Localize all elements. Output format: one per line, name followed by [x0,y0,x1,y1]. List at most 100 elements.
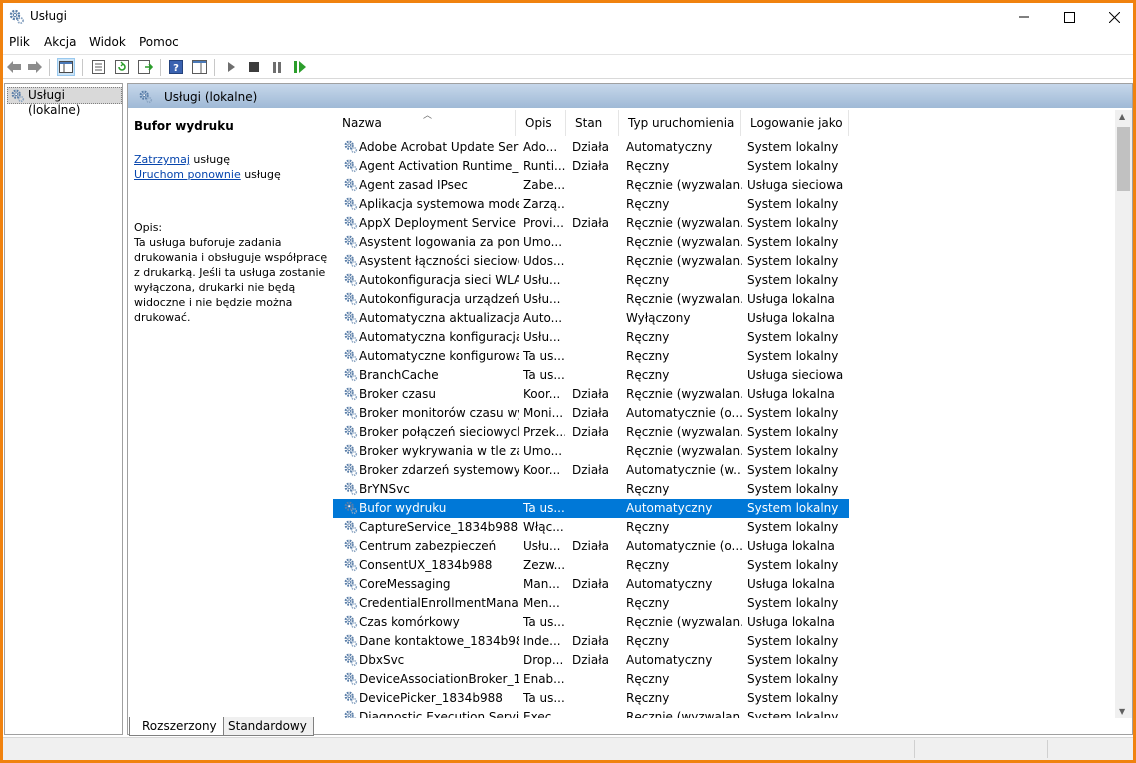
service-logon-cell: System lokalny [747,254,839,268]
service-startup-cell: Automatyczny [626,653,713,667]
table-row[interactable]: Adobe Acrobat Update Serv... Ado... Działa… [333,138,1132,157]
show-hide-action-pane-icon[interactable] [190,58,208,76]
table-row[interactable]: DevicePicker_1834b988 Ta us... Ręczny Syste… [333,689,1132,708]
service-desc-cell: Umo... [523,235,563,249]
menu-plik[interactable]: Plik [9,35,30,49]
start-service-icon[interactable] [222,58,240,76]
service-startup-cell: Ręczny [626,159,670,173]
title-bar[interactable]: Usługi [3,3,1133,31]
table-row[interactable]: Broker wykrywania w tle za... Umo... Ręczn… [333,442,1132,461]
table-row[interactable]: Aplikacja systemowa model... Zarzą... Ręcz… [333,195,1132,214]
stop-service-icon[interactable] [245,58,263,76]
service-name-cell: DbxSvc [359,653,405,667]
service-status-cell: Działa [572,539,609,553]
service-status-cell: Działa [572,463,609,477]
stop-service-line: Zatrzymaj usługę [134,152,330,167]
pane-header-title: Usługi (lokalne) [164,90,258,104]
description-text: Ta usługa buforuje zadania drukowania i … [134,236,328,324]
table-row[interactable]: Agent Activation Runtime_... Runti... Dzia… [333,157,1132,176]
table-row[interactable]: CredentialEnrollmentMana... Men... Ręczny S… [333,594,1132,613]
service-startup-cell: Wyłączony [626,311,691,325]
maximize-button[interactable] [1046,3,1092,31]
restart-service-link[interactable]: Uruchom ponownie [134,168,241,181]
service-desc-cell: Ta us... [523,501,565,515]
menu-widok[interactable]: Widok [89,35,126,49]
back-icon[interactable] [5,58,23,76]
scroll-down-icon[interactable]: ▼ [1119,707,1125,716]
table-row[interactable]: Asystent łączności sieciowej Udos... Ręczn… [333,252,1132,271]
table-row[interactable]: DbxSvc Drop... Działa Automatyczny System lo… [333,651,1132,670]
minimize-button[interactable] [1001,3,1047,31]
properties-icon[interactable] [89,58,107,76]
service-name-cell: Broker czasu [359,387,437,401]
menu-pomoc[interactable]: Pomoc [139,35,179,49]
table-row[interactable]: BrYNSvc Ręczny System lokalny [333,480,1132,499]
forward-icon[interactable] [26,58,44,76]
service-desc-cell: Enab... [523,672,565,686]
service-name-cell: Asystent łączności sieciowej [359,254,519,268]
column-header-status[interactable]: Stan [566,110,619,136]
table-row[interactable]: Asystent logowania za pom... Umo... Ręczni… [333,233,1132,252]
service-logon-cell: System lokalny [747,710,839,718]
service-name-cell: Adobe Acrobat Update Serv... [359,140,519,154]
service-startup-cell: Ręcznie (wyzwalan... [626,615,742,629]
tab-extended[interactable]: Rozszerzony [129,717,224,736]
service-logon-cell: System lokalny [747,406,839,420]
service-startup-cell: Ręcznie (wyzwalan... [626,178,742,192]
column-header-name[interactable]: ︿ Nazwa [333,110,516,136]
sort-ascending-icon: ︿ [423,111,433,121]
service-name-cell: DevicePicker_1834b988 [359,691,503,705]
service-status-cell: Działa [572,387,609,401]
console-tree-icon[interactable] [57,58,75,76]
service-desc-cell: Inde... [523,634,561,648]
table-row[interactable]: Automatyczne konfigurowa... Ta us... Ręczn… [333,347,1132,366]
service-startup-cell: Automatyczny [626,501,713,515]
stop-service-link[interactable]: Zatrzymaj [134,153,190,166]
table-row[interactable]: Centrum zabezpieczeń Usłu... Działa Automat… [333,537,1132,556]
table-row[interactable]: Broker zdarzeń systemowych Koor... Działa A… [333,461,1132,480]
table-row[interactable]: DeviceAssociationBroker_18... Enab... Ręcz… [333,670,1132,689]
refresh-icon[interactable] [113,58,131,76]
table-row[interactable]: BranchCache Ta us... Ręczny Usługa sieciowa [333,366,1132,385]
service-rows: Adobe Acrobat Update Serv... Ado... Działa… [333,138,1132,718]
table-row[interactable]: Dane kontaktowe_1834b988 Inde... Działa Ręc… [333,632,1132,651]
restart-service-icon[interactable] [291,58,309,76]
column-header-startup[interactable]: Typ uruchomienia [619,110,741,136]
selected-service-name: Bufor wydruku [134,119,234,133]
table-row[interactable]: AppX Deployment Service (... Provi... Dzia… [333,214,1132,233]
table-row[interactable]: Broker monitorów czasu wy... Moni... Dział… [333,404,1132,423]
service-logon-cell: System lokalny [747,235,839,249]
service-status-cell: Działa [572,216,609,230]
vertical-scrollbar[interactable]: ▲ ▼ [1115,110,1132,718]
table-row[interactable]: CaptureService_1834b988 Włąc... Ręczny Syst… [333,518,1132,537]
menu-akcja[interactable]: Akcja [44,35,76,49]
service-desc-cell: Men... [523,596,560,610]
help-icon[interactable]: ? [167,58,185,76]
table-row[interactable]: Bufor wydruku Ta us... Automatyczny System … [333,499,849,518]
table-row[interactable]: Autokonfiguracja urządzeń ... Usłu... Ręcz… [333,290,1132,309]
table-row[interactable]: ConsentUX_1834b988 Zezw... Ręczny System lo… [333,556,1132,575]
column-header-desc[interactable]: Opis [516,110,566,136]
service-name-cell: Asystent logowania za pom... [359,235,519,249]
table-row[interactable]: Broker czasu Koor... Działa Ręcznie (wyzwal… [333,385,1132,404]
service-status-cell: Działa [572,653,609,667]
table-row[interactable]: Broker połączeń sieciowych Przek... Działa… [333,423,1132,442]
table-row[interactable]: CoreMessaging Man... Działa Automatyczny Usł… [333,575,1132,594]
service-status-cell: Działa [572,406,609,420]
scroll-up-icon[interactable]: ▲ [1119,112,1125,121]
close-button[interactable] [1091,3,1133,31]
export-list-icon[interactable] [136,58,154,76]
tab-standard[interactable]: Standardowy [215,717,314,736]
table-row[interactable]: Automatyczna aktualizacja ... Auto... Wyłą… [333,309,1132,328]
column-header-logon[interactable]: Logowanie jako [741,110,849,136]
table-row[interactable]: Agent zasad IPsec Zabe... Ręcznie (wyzwala… [333,176,1132,195]
pause-service-icon[interactable] [268,58,286,76]
table-row[interactable]: Czas komórkowy Ta us... Ręcznie (wyzwalan.… [333,613,1132,632]
service-logon-cell: System lokalny [747,482,839,496]
table-row[interactable]: Autokonfiguracja sieci WLAN Usłu... Ręczny… [333,271,1132,290]
tree-node-local-services[interactable]: Usługi (lokalne) [7,87,122,117]
service-desc-cell: Włąc... [523,520,564,534]
service-logon-cell: System lokalny [747,159,839,173]
scroll-thumb[interactable] [1117,127,1130,191]
table-row[interactable]: Automatyczna konfiguracja... Usłu... Ręczn… [333,328,1132,347]
